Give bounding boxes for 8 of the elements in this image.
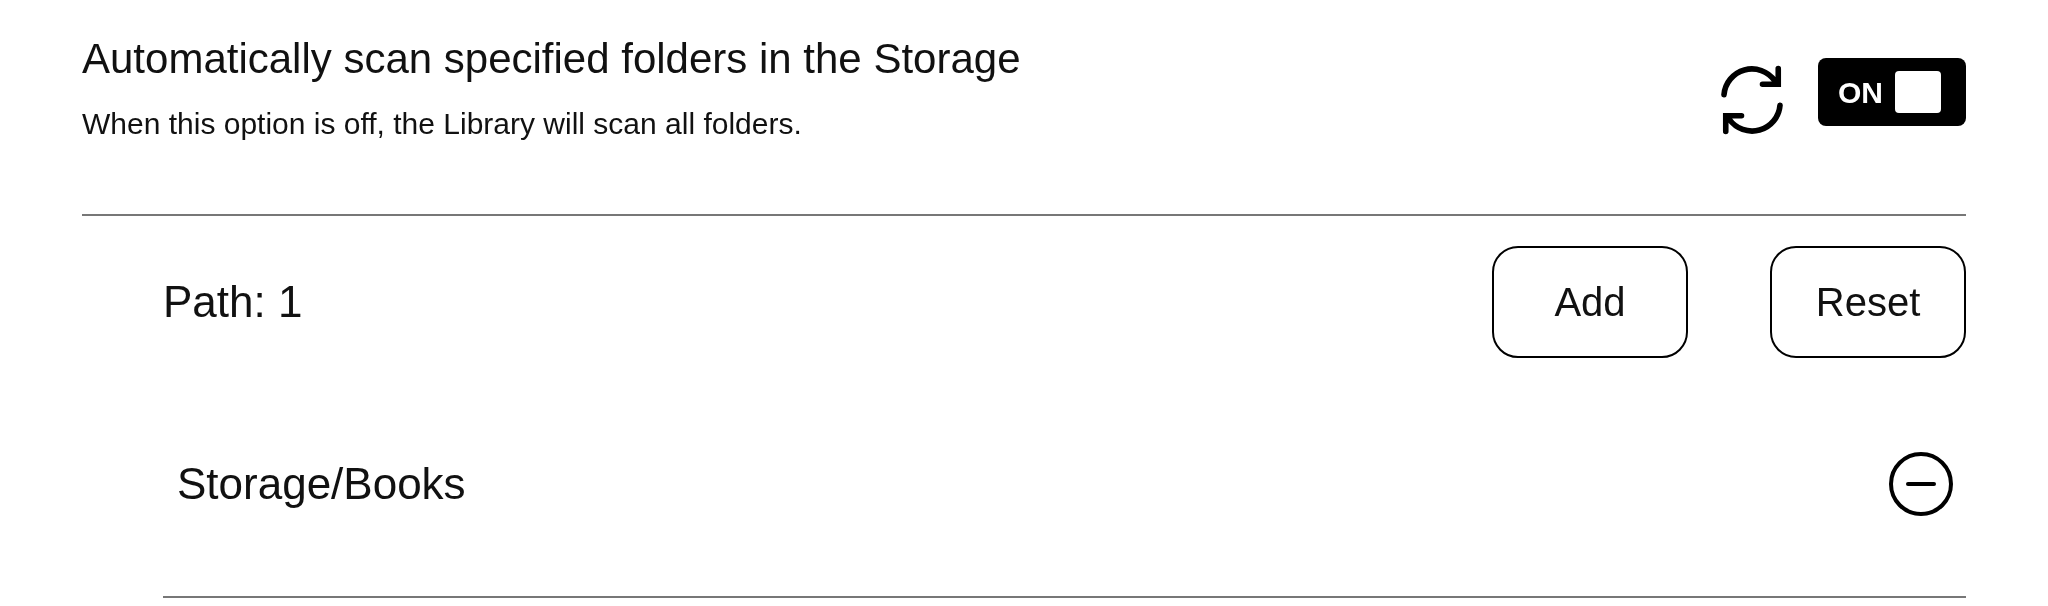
- setting-title: Automatically scan specified folders in the Storage: [82, 34, 1021, 84]
- folder-path: Storage/Books: [177, 458, 466, 510]
- reset-button[interactable]: Reset: [1770, 246, 1966, 358]
- setting-description: When this option is off, the Library will scan all folders.: [82, 106, 803, 143]
- path-count: Path: 1: [163, 276, 303, 328]
- toggle-switch[interactable]: ON: [1818, 58, 1966, 126]
- add-button[interactable]: Add: [1492, 246, 1688, 358]
- remove-icon[interactable]: [1888, 451, 1954, 517]
